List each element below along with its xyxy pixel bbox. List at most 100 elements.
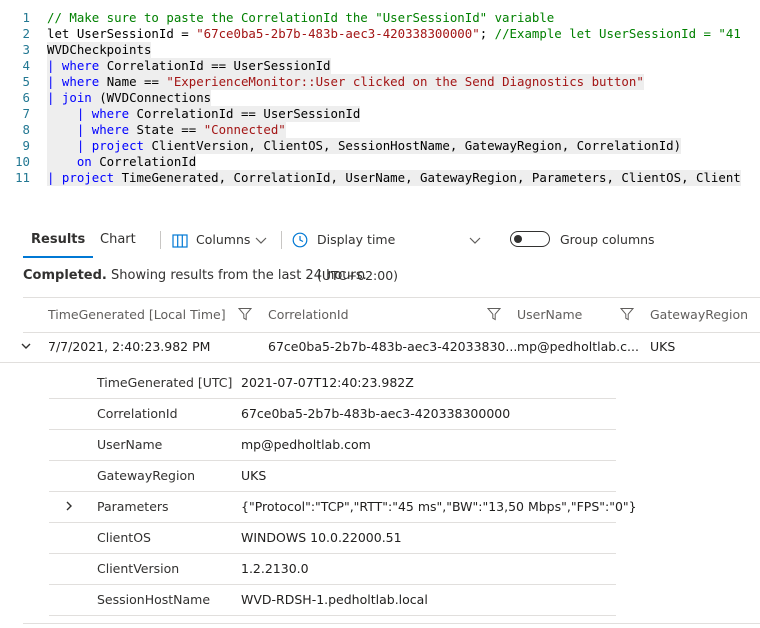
filter-icon[interactable] (238, 307, 252, 321)
detail-key: SessionHostName (97, 592, 211, 607)
detail-row: UserName mp@pedholtlab.com (49, 429, 616, 461)
results-toolbar: Results Chart Columns Display time (UTC+… (0, 222, 760, 283)
status-completed: Completed. (23, 268, 107, 283)
line-number: 7 (22, 106, 30, 121)
line-number: 2 (22, 26, 30, 41)
column-header-correlationid[interactable]: CorrelationId (268, 298, 349, 332)
code-line[interactable]: 6 | join (WVDConnections (0, 90, 760, 106)
chevron-right-icon[interactable] (63, 500, 75, 512)
code-text: // Make sure to paste the CorrelationId … (47, 10, 554, 26)
code-token: // Make sure to paste the CorrelationId … (47, 10, 555, 25)
code-text: | where CorrelationId == UserSessionId (47, 58, 331, 74)
query-editor[interactable]: 1 // Make sure to paste the CorrelationId… (0, 0, 760, 190)
detail-key: UserName (97, 437, 163, 452)
filter-icon[interactable] (487, 307, 501, 321)
code-token: | (47, 170, 62, 185)
code-text: | where State == "Connected" (47, 122, 286, 138)
detail-key: ClientOS (97, 530, 151, 545)
code-token: | (47, 122, 92, 137)
tab-results[interactable]: Results (22, 222, 94, 258)
line-number: 9 (22, 138, 30, 153)
detail-row: ClientOS WINDOWS 10.0.22000.51 (49, 522, 616, 554)
chevron-down-icon[interactable] (20, 340, 32, 352)
code-line[interactable]: 2 let UserSessionId = "67ce0ba5-2b7b-483b… (0, 26, 760, 42)
code-line[interactable]: 3 WVDCheckpoints (0, 42, 760, 58)
column-header-gatewayregion[interactable]: GatewayRegion (650, 298, 748, 332)
detail-row: CorrelationId 67ce0ba5-2b7b-483b-aec3-420… (49, 398, 616, 430)
filter-icon[interactable] (620, 307, 634, 321)
code-line[interactable]: 9 | project ClientVersion, ClientOS, Ses… (0, 138, 760, 154)
detail-value: {"Protocol":"TCP","RTT":"45 ms","BW":"13… (241, 499, 637, 514)
code-token: | (47, 106, 92, 121)
code-token: //Example let UserSessionId = "41 (494, 26, 741, 41)
code-line[interactable]: 11 | project TimeGenerated, CorrelationId… (0, 170, 760, 186)
cell-correlationid: 67ce0ba5-2b7b-483b-aec3-42033830... (268, 339, 518, 354)
code-token: | (47, 138, 92, 153)
tab-chart[interactable]: Chart (100, 222, 136, 258)
code-token: Name == (99, 74, 167, 89)
detail-value: mp@pedholtlab.com (241, 437, 371, 452)
code-text: on CorrelationId (47, 154, 197, 170)
column-header-username[interactable]: UserName (517, 298, 582, 332)
cell-timegenerated: 7/7/2021, 2:40:23.982 PM (48, 339, 211, 354)
code-text: | where CorrelationId == UserSessionId (47, 106, 361, 122)
detail-row: ClientVersion 1.2.2130.0 (49, 553, 616, 585)
cell-gatewayregion: UKS (650, 339, 676, 354)
display-time-label: Display time (UTC+02:00) (317, 232, 399, 283)
status-text: Showing results from the last 24 hours. (106, 268, 367, 283)
detail-value: 67ce0ba5-2b7b-483b-aec3-420338300000 (241, 406, 511, 421)
line-number: 3 (22, 42, 30, 57)
code-token: on (76, 154, 92, 169)
detail-value: UKS (241, 468, 267, 483)
code-token: where (61, 74, 100, 89)
code-line[interactable]: 7 | where CorrelationId == UserSessionId (0, 106, 760, 122)
code-token: CorrelationId (91, 154, 197, 169)
columns-label: Columns (196, 232, 251, 247)
detail-row: SessionHostName WVD-RDSH-1.pedholtlab.loc… (49, 584, 616, 616)
toolbar-divider (160, 231, 161, 249)
detail-row[interactable]: Parameters {"Protocol":"TCP","RTT":"45 ms… (49, 491, 637, 523)
detail-value: WINDOWS 10.0.22000.51 (241, 530, 402, 545)
columns-icon (172, 234, 188, 248)
clock-icon (292, 232, 308, 248)
detail-key: TimeGenerated [UTC] (97, 375, 233, 390)
line-number: 6 (22, 90, 30, 105)
grid-header-row: TimeGenerated [Local Time] CorrelationId… (23, 297, 760, 333)
line-number: 11 (15, 170, 30, 185)
code-token: "67ce0ba5-2b7b-483b-aec3-420338300000" (196, 26, 480, 41)
code-line[interactable]: 1 // Make sure to paste the CorrelationId… (0, 10, 760, 26)
chevron-down-icon (255, 237, 267, 244)
code-line[interactable]: 8 | where State == "Connected" (0, 122, 760, 138)
code-text: WVDCheckpoints (47, 42, 152, 58)
code-token: join (61, 90, 92, 105)
line-number: 1 (22, 10, 30, 25)
code-token: State == (129, 122, 204, 137)
code-line[interactable]: 10 on CorrelationId (0, 154, 760, 170)
code-token: | (47, 58, 62, 73)
code-token: "ExperienceMonitor::User clicked on the … (166, 74, 644, 89)
line-number: 4 (22, 58, 30, 73)
code-token: ; (479, 26, 495, 41)
code-token: WVDCheckpoints (47, 42, 152, 57)
line-number: 10 (15, 154, 30, 169)
code-text: | project TimeGenerated, CorrelationId, … (47, 170, 741, 186)
code-token: let UserSessionId = (47, 26, 197, 41)
detail-value: 1.2.2130.0 (241, 561, 309, 576)
detail-key: CorrelationId (97, 406, 178, 421)
chevron-down-icon (469, 237, 481, 244)
cell-username: mp@pedholtlab.c... (517, 339, 639, 354)
code-token: (WVDConnections (91, 90, 212, 105)
code-line[interactable]: 5 | where Name == "ExperienceMonitor::Use… (0, 74, 760, 90)
code-text: | where Name == "ExperienceMonitor::User… (47, 74, 644, 90)
column-header-timegenerated[interactable]: TimeGenerated [Local Time] (48, 298, 226, 332)
table-row[interactable]: 7/7/2021, 2:40:23.982 PM 67ce0ba5-2b7b-4… (0, 331, 760, 363)
detail-value: 2021-07-07T12:40:23.982Z (241, 375, 414, 390)
group-columns-toggle[interactable] (510, 231, 550, 247)
code-token: | (47, 74, 62, 89)
detail-key: Parameters (97, 499, 169, 514)
detail-value: WVD-RDSH-1.pedholtlab.local (241, 592, 428, 607)
code-line[interactable]: 4 | where CorrelationId == UserSessionId (0, 58, 760, 74)
code-text: | join (WVDConnections (47, 90, 212, 106)
toolbar-divider (281, 231, 282, 249)
